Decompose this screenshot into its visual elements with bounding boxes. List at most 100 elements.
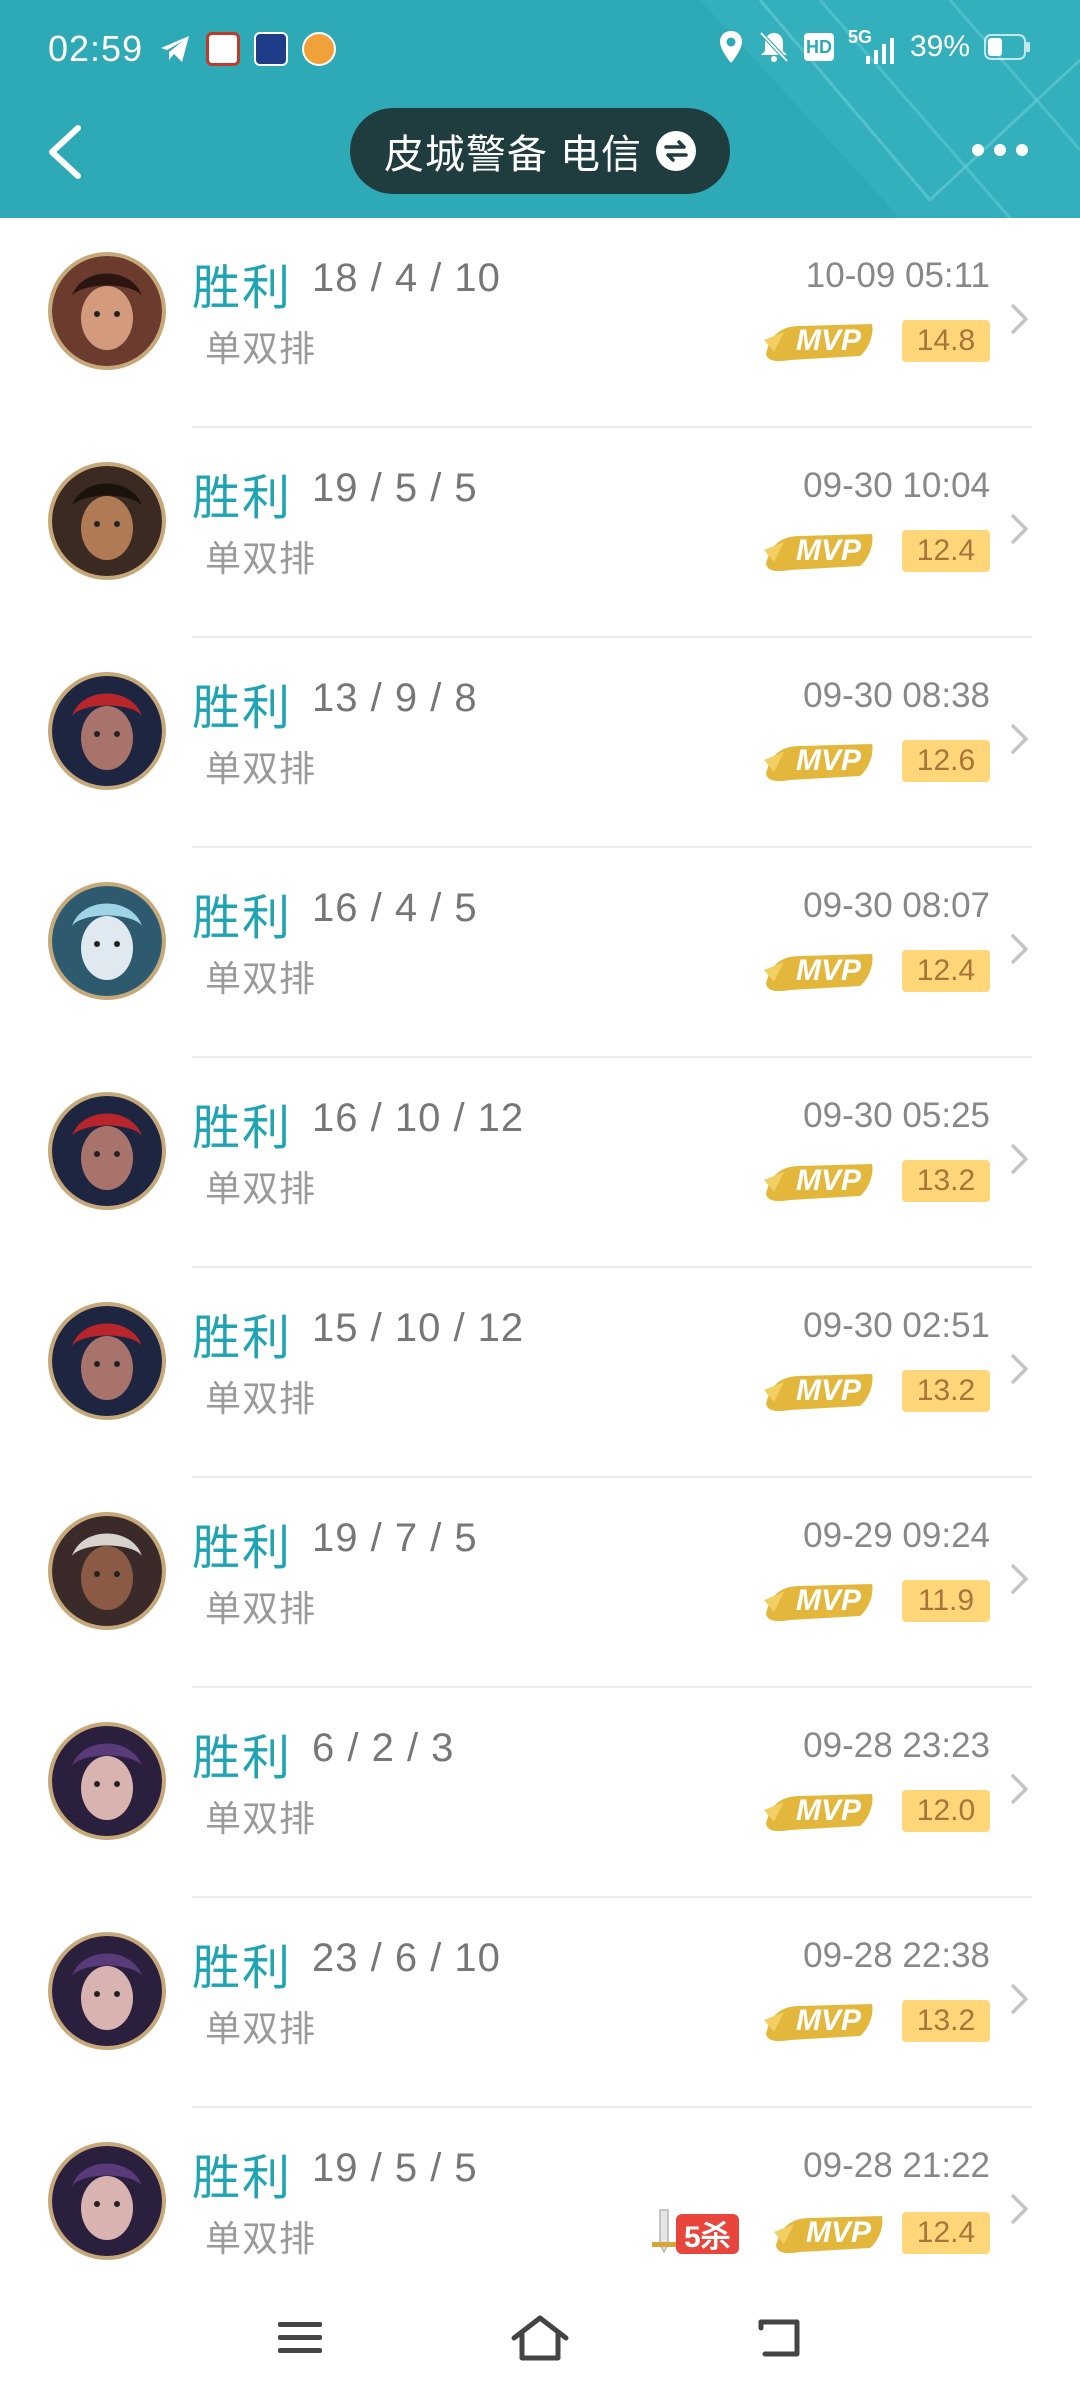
- match-row[interactable]: 胜利 6 / 2 / 3 单双排 09-28 23:23 MVP 12.0: [0, 1688, 1080, 1898]
- mute-bell-icon: [759, 31, 789, 63]
- chevron-right-icon: [1011, 2194, 1028, 2224]
- back-icon: [758, 2319, 800, 2357]
- mvp-badge: MVP: [760, 738, 878, 784]
- champion-portrait-icon: [52, 886, 162, 996]
- match-badges: MVP 12.0: [760, 1788, 990, 1834]
- match-kda: 6 / 2 / 3: [312, 1726, 455, 1770]
- match-row[interactable]: 胜利 23 / 6 / 10 单双排 09-28 22:38 MVP 13.2: [0, 1898, 1080, 2108]
- more-options-button[interactable]: [960, 124, 1040, 176]
- server-switch-button[interactable]: 皮城警备 电信: [350, 108, 730, 194]
- match-time: 09-30 05:25: [803, 1096, 990, 1135]
- chevron-right-icon: [1011, 1984, 1028, 2014]
- champion-avatar: [48, 1722, 166, 1840]
- status-time: 02:59: [48, 28, 144, 69]
- match-badges: MVP 13.2: [760, 1158, 990, 1204]
- match-time: 09-30 10:04: [803, 466, 990, 505]
- score-badge: 12.4: [902, 2212, 990, 2254]
- match-row[interactable]: 胜利 19 / 5 / 5 单双排 09-30 10:04 MVP 12.4: [0, 428, 1080, 638]
- champion-avatar: [48, 2142, 166, 2260]
- score-badge: 11.9: [902, 1580, 990, 1622]
- champion-avatar: [48, 1302, 166, 1420]
- score-badge: 13.2: [902, 1160, 990, 1202]
- match-result: 胜利: [192, 1102, 293, 1155]
- match-time: 09-30 02:51: [803, 1306, 990, 1345]
- mvp-badge: MVP: [760, 318, 878, 364]
- chevron-right-icon: [1011, 1144, 1028, 1174]
- hd-badge: HD: [803, 33, 834, 61]
- mvp-badge: MVP: [760, 1158, 878, 1204]
- champion-portrait-icon: [52, 466, 162, 576]
- match-row[interactable]: 胜利 16 / 4 / 5 单双排 09-30 08:07 MVP 12.4: [0, 848, 1080, 1058]
- header-bar: 02:59 HD 5G 39% 皮城警备 电信: [0, 0, 1080, 218]
- match-mode: 单双排: [205, 1168, 317, 1209]
- match-mode: 单双排: [205, 1798, 317, 1839]
- match-result: 胜利: [192, 1942, 293, 1995]
- signal-icon: 5G: [848, 28, 896, 64]
- back-button[interactable]: [40, 112, 100, 192]
- chevron-right-icon: [1011, 304, 1028, 334]
- mvp-label: MVP: [796, 954, 862, 987]
- match-time: 09-28 22:38: [803, 1936, 990, 1975]
- match-result: 胜利: [192, 682, 293, 735]
- score-badge: 12.6: [902, 740, 990, 782]
- nav-home-button[interactable]: [500, 2310, 580, 2366]
- menu-icon: [278, 2322, 322, 2353]
- penta-kill-badge: 5杀: [646, 2208, 756, 2258]
- signal-bars-icon: [865, 38, 894, 64]
- match-row[interactable]: 胜利 13 / 9 / 8 单双排 09-30 08:38 MVP 12.6: [0, 638, 1080, 848]
- match-time: 09-28 23:23: [803, 1726, 990, 1765]
- match-time: 09-30 08:38: [803, 676, 990, 715]
- status-right-icons: HD 5G 39%: [718, 28, 1032, 64]
- match-mode: 单双排: [205, 328, 317, 369]
- location-icon: [719, 31, 742, 63]
- score-badge: 14.8: [902, 320, 990, 362]
- back-arrow-icon: [49, 125, 81, 179]
- more-dots-icon: [1016, 144, 1028, 156]
- match-mode: 单双排: [205, 2218, 317, 2259]
- system-nav-bar: [0, 2270, 1080, 2400]
- mvp-badge: MVP: [760, 1788, 878, 1834]
- match-mode: 单双排: [205, 1378, 317, 1419]
- champion-portrait-icon: [52, 2146, 162, 2256]
- match-badges: MVP 13.2: [760, 1998, 990, 2044]
- match-badges: 5杀 MVP 12.4: [646, 2208, 990, 2258]
- score-badge: 12.4: [902, 530, 990, 572]
- match-time: 09-28 21:22: [803, 2146, 990, 2185]
- match-mode: 单双排: [205, 748, 317, 789]
- nav-menu-button[interactable]: [260, 2310, 340, 2366]
- battery-percent: 39%: [909, 30, 970, 63]
- mvp-badge: MVP: [760, 1578, 878, 1624]
- mvp-label: MVP: [796, 1794, 862, 1827]
- mvp-badge: MVP: [760, 1368, 878, 1414]
- match-result: 胜利: [192, 892, 293, 945]
- match-kda: 16 / 10 / 12: [312, 1096, 525, 1140]
- status-notification-icons: [158, 32, 336, 66]
- match-kda: 19 / 5 / 5: [312, 2146, 478, 2190]
- match-result: 胜利: [192, 472, 293, 525]
- match-row[interactable]: 胜利 18 / 4 / 10 单双排 10-09 05:11 MVP 14.8: [0, 218, 1080, 428]
- match-row[interactable]: 胜利 19 / 7 / 5 单双排 09-29 09:24 MVP 11.9: [0, 1478, 1080, 1688]
- match-row[interactable]: 胜利 15 / 10 / 12 单双排 09-30 02:51 MVP 13.2: [0, 1268, 1080, 1478]
- match-time: 09-29 09:24: [803, 1516, 990, 1555]
- champion-portrait-icon: [52, 1306, 162, 1416]
- match-kda: 19 / 5 / 5: [312, 466, 478, 510]
- match-mode: 单双排: [205, 538, 317, 579]
- match-row[interactable]: 胜利 16 / 10 / 12 单双排 09-30 05:25 MVP 13.2: [0, 1058, 1080, 1268]
- match-badges: MVP 12.4: [760, 528, 990, 574]
- nav-back-button[interactable]: [740, 2310, 820, 2366]
- mvp-badge: MVP: [760, 948, 878, 994]
- champion-portrait-icon: [52, 676, 162, 786]
- app-notification-icon: [254, 32, 288, 66]
- champion-portrait-icon: [52, 1096, 162, 1206]
- mvp-badge: MVP: [760, 1998, 878, 2044]
- chevron-right-icon: [1011, 1564, 1028, 1594]
- mvp-label: MVP: [796, 744, 862, 777]
- score-badge: 12.4: [902, 950, 990, 992]
- match-badges: MVP 12.4: [760, 948, 990, 994]
- chevron-right-icon: [1011, 724, 1028, 754]
- match-result: 胜利: [192, 1732, 293, 1785]
- mvp-label: MVP: [796, 1584, 862, 1617]
- match-mode: 单双排: [205, 1588, 317, 1629]
- champion-avatar: [48, 1932, 166, 2050]
- match-kda: 19 / 7 / 5: [312, 1516, 478, 1560]
